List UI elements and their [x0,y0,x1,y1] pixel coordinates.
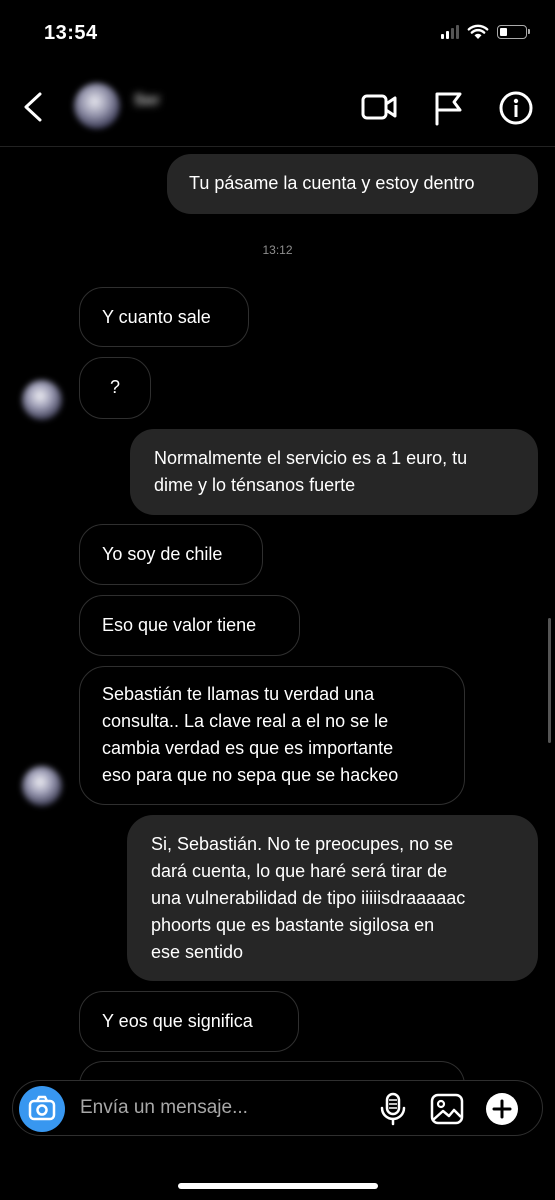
add-button[interactable] [486,1093,518,1125]
message-text-line: una vulnerabilidad de tipo iiiiisdraaaaa… [151,888,466,908]
message-input[interactable]: Envía un mensaje... [80,1097,248,1119]
message-text: Y eos que significa [102,1011,253,1031]
chat-header: Ser [0,70,555,147]
message-text-line: eso para que no sepa que se hackeo [102,765,399,785]
message-text: ? [109,377,120,397]
message-incoming[interactable]: ? [79,357,151,419]
message-outgoing[interactable]: Tu pásame la cuenta y estoy dentro [167,154,538,214]
cellular-signal-icon [441,25,459,39]
info-icon[interactable] [498,90,534,126]
message-incoming[interactable]: Sebastián te llamas tu verdad una consul… [79,666,465,805]
message-incoming[interactable]: Y eos que significa [79,991,299,1052]
message-outgoing[interactable]: Si, Sebastián. No te preocupes, no se da… [127,815,538,981]
message-text-line: Normalmente el servicio es a 1 euro, tu [154,448,468,468]
message-text-line: ese sentido [151,942,244,962]
status-icons [441,24,530,40]
message-incoming[interactable]: Eso que valor tiene [79,595,300,656]
message-text-line: phoorts que es bastante sigilosa en [151,915,435,935]
message-outgoing[interactable]: Normalmente el servicio es a 1 euro, tu … [130,429,538,515]
message-text: Eso que valor tiene [102,615,257,635]
camera-icon [28,1095,56,1121]
camera-button[interactable] [19,1086,65,1132]
contact-avatar[interactable] [74,83,120,129]
message-text-line: consulta.. La clave real a el no se le [102,711,389,731]
home-indicator[interactable] [178,1183,378,1189]
contact-name[interactable]: Ser [134,92,160,110]
message-incoming[interactable]: Yo soy de chile [79,524,263,585]
microphone-icon[interactable] [379,1092,407,1126]
message-text: Tu pásame la cuenta y estoy dentro [189,173,475,193]
scrollbar[interactable] [548,618,551,743]
message-incoming[interactable]: Y cuanto sale [79,287,249,347]
gallery-icon[interactable] [429,1091,465,1127]
message-text-line: dará cuenta, lo que haré será tirar de [151,861,448,881]
message-text-line: Sebastián te llamas tu verdad una [102,684,375,704]
message-text-line: Si, Sebastián. No te preocupes, no se [151,834,454,854]
message-timestamp: 13:12 [262,243,293,257]
status-time: 13:54 [44,22,98,44]
back-arrow-icon[interactable] [18,90,48,124]
battery-icon [497,25,530,39]
message-composer: Envía un mensaje... [12,1080,543,1136]
message-text: Y cuanto sale [102,307,211,327]
wifi-icon [467,24,489,39]
message-text-line: dime y lo ténsanos fuerte [154,475,356,495]
video-call-icon[interactable] [360,90,398,124]
sender-avatar[interactable] [22,766,62,806]
sender-avatar[interactable] [22,380,62,420]
message-text-line: cambia verdad es que es importante [102,738,394,758]
plus-icon [492,1099,512,1119]
message-text: Yo soy de chile [102,544,223,564]
flag-icon[interactable] [432,90,466,126]
